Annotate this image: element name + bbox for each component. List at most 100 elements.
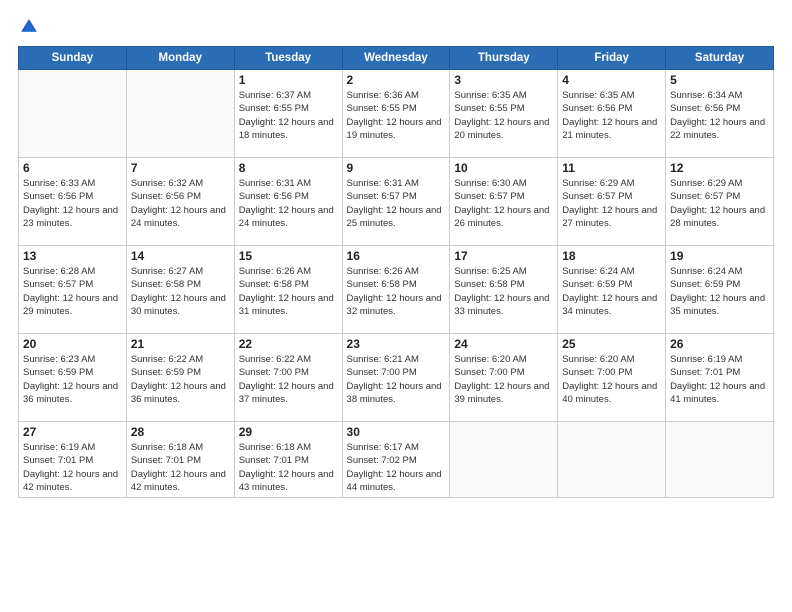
day-cell-7: 7 Sunrise: 6:32 AM Sunset: 6:56 PM Daylig… (126, 158, 234, 246)
day-number: 24 (454, 337, 553, 351)
day-info: Sunrise: 6:18 AM Sunset: 7:01 PM Dayligh… (239, 441, 338, 494)
day-cell-empty-4-5 (558, 422, 666, 498)
logo (18, 16, 44, 38)
day-info: Sunrise: 6:19 AM Sunset: 7:01 PM Dayligh… (23, 441, 122, 494)
day-info: Sunrise: 6:31 AM Sunset: 6:57 PM Dayligh… (347, 177, 446, 230)
weekday-header-monday: Monday (126, 47, 234, 70)
day-info: Sunrise: 6:24 AM Sunset: 6:59 PM Dayligh… (562, 265, 661, 318)
day-info: Sunrise: 6:29 AM Sunset: 6:57 PM Dayligh… (670, 177, 769, 230)
day-cell-empty-0-0 (19, 70, 127, 158)
day-number: 17 (454, 249, 553, 263)
day-cell-2: 2 Sunrise: 6:36 AM Sunset: 6:55 PM Daylig… (342, 70, 450, 158)
day-number: 30 (347, 425, 446, 439)
header (18, 16, 774, 38)
day-info: Sunrise: 6:29 AM Sunset: 6:57 PM Dayligh… (562, 177, 661, 230)
day-info: Sunrise: 6:19 AM Sunset: 7:01 PM Dayligh… (670, 353, 769, 406)
day-number: 13 (23, 249, 122, 263)
day-cell-8: 8Sunrise: 6:31 AM Sunset: 6:56 PM Daylig… (234, 158, 342, 246)
weekday-header-tuesday: Tuesday (234, 47, 342, 70)
day-cell-15: 15 Sunrise: 6:26 AM Sunset: 6:58 PM Dayli… (234, 246, 342, 334)
day-cell-empty-4-4 (450, 422, 558, 498)
page: SundayMondayTuesdayWednesdayThursdayFrid… (0, 0, 792, 612)
day-info: Sunrise: 6:30 AM Sunset: 6:57 PM Dayligh… (454, 177, 553, 230)
day-cell-3: 3Sunrise: 6:35 AM Sunset: 6:55 PM Daylig… (450, 70, 558, 158)
day-info: Sunrise: 6:17 AM Sunset: 7:02 PM Dayligh… (347, 441, 446, 494)
day-info: Sunrise: 6:21 AM Sunset: 7:00 PM Dayligh… (347, 353, 446, 406)
day-info: Sunrise: 6:27 AM Sunset: 6:58 PM Dayligh… (131, 265, 230, 318)
day-cell-1: 1 Sunrise: 6:37 AM Sunset: 6:55 PM Daylig… (234, 70, 342, 158)
day-info: Sunrise: 6:18 AM Sunset: 7:01 PM Dayligh… (131, 441, 230, 494)
day-number: 23 (347, 337, 446, 351)
day-number: 16 (347, 249, 446, 263)
day-number: 7 (131, 161, 230, 175)
day-cell-20: 20Sunrise: 6:23 AM Sunset: 6:59 PM Dayli… (19, 334, 127, 422)
day-number: 6 (23, 161, 122, 175)
day-cell-4: 4 Sunrise: 6:35 AM Sunset: 6:56 PM Daylig… (558, 70, 666, 158)
day-info: Sunrise: 6:37 AM Sunset: 6:55 PM Dayligh… (239, 89, 338, 142)
day-cell-5: 5 Sunrise: 6:34 AM Sunset: 6:56 PM Daylig… (666, 70, 774, 158)
day-number: 12 (670, 161, 769, 175)
day-number: 19 (670, 249, 769, 263)
day-cell-27: 27 Sunrise: 6:19 AM Sunset: 7:01 PM Dayli… (19, 422, 127, 498)
day-cell-22: 22Sunrise: 6:22 AM Sunset: 7:00 PM Dayli… (234, 334, 342, 422)
day-cell-6: 6 Sunrise: 6:33 AM Sunset: 6:56 PM Daylig… (19, 158, 127, 246)
calendar-table: SundayMondayTuesdayWednesdayThursdayFrid… (18, 46, 774, 498)
day-cell-23: 23 Sunrise: 6:21 AM Sunset: 7:00 PM Dayli… (342, 334, 450, 422)
day-cell-empty-4-6 (666, 422, 774, 498)
weekday-header-friday: Friday (558, 47, 666, 70)
day-cell-10: 10 Sunrise: 6:30 AM Sunset: 6:57 PM Dayli… (450, 158, 558, 246)
day-info: Sunrise: 6:26 AM Sunset: 6:58 PM Dayligh… (239, 265, 338, 318)
day-number: 14 (131, 249, 230, 263)
day-info: Sunrise: 6:36 AM Sunset: 6:55 PM Dayligh… (347, 89, 446, 142)
day-number: 21 (131, 337, 230, 351)
day-number: 20 (23, 337, 122, 351)
day-cell-24: 24 Sunrise: 6:20 AM Sunset: 7:00 PM Dayli… (450, 334, 558, 422)
day-number: 2 (347, 73, 446, 87)
day-number: 27 (23, 425, 122, 439)
week-row-4: 20Sunrise: 6:23 AM Sunset: 6:59 PM Dayli… (19, 334, 774, 422)
day-info: Sunrise: 6:35 AM Sunset: 6:56 PM Dayligh… (562, 89, 661, 142)
day-number: 25 (562, 337, 661, 351)
day-number: 1 (239, 73, 338, 87)
day-cell-11: 11 Sunrise: 6:29 AM Sunset: 6:57 PM Dayli… (558, 158, 666, 246)
day-info: Sunrise: 6:20 AM Sunset: 7:00 PM Dayligh… (454, 353, 553, 406)
day-cell-9: 9 Sunrise: 6:31 AM Sunset: 6:57 PM Daylig… (342, 158, 450, 246)
day-info: Sunrise: 6:33 AM Sunset: 6:56 PM Dayligh… (23, 177, 122, 230)
day-cell-28: 28 Sunrise: 6:18 AM Sunset: 7:01 PM Dayli… (126, 422, 234, 498)
day-info: Sunrise: 6:25 AM Sunset: 6:58 PM Dayligh… (454, 265, 553, 318)
day-cell-21: 21 Sunrise: 6:22 AM Sunset: 6:59 PM Dayli… (126, 334, 234, 422)
day-info: Sunrise: 6:32 AM Sunset: 6:56 PM Dayligh… (131, 177, 230, 230)
day-cell-13: 13Sunrise: 6:28 AM Sunset: 6:57 PM Dayli… (19, 246, 127, 334)
day-cell-16: 16 Sunrise: 6:26 AM Sunset: 6:58 PM Dayli… (342, 246, 450, 334)
weekday-header-sunday: Sunday (19, 47, 127, 70)
day-number: 9 (347, 161, 446, 175)
day-number: 15 (239, 249, 338, 263)
day-info: Sunrise: 6:20 AM Sunset: 7:00 PM Dayligh… (562, 353, 661, 406)
day-cell-26: 26 Sunrise: 6:19 AM Sunset: 7:01 PM Dayli… (666, 334, 774, 422)
week-row-2: 6 Sunrise: 6:33 AM Sunset: 6:56 PM Daylig… (19, 158, 774, 246)
day-cell-18: 18Sunrise: 6:24 AM Sunset: 6:59 PM Dayli… (558, 246, 666, 334)
day-info: Sunrise: 6:24 AM Sunset: 6:59 PM Dayligh… (670, 265, 769, 318)
day-cell-empty-0-1 (126, 70, 234, 158)
week-row-5: 27 Sunrise: 6:19 AM Sunset: 7:01 PM Dayli… (19, 422, 774, 498)
day-cell-12: 12 Sunrise: 6:29 AM Sunset: 6:57 PM Dayli… (666, 158, 774, 246)
day-info: Sunrise: 6:31 AM Sunset: 6:56 PM Dayligh… (239, 177, 338, 230)
day-cell-19: 19 Sunrise: 6:24 AM Sunset: 6:59 PM Dayli… (666, 246, 774, 334)
logo-icon (18, 16, 40, 38)
day-cell-17: 17 Sunrise: 6:25 AM Sunset: 6:58 PM Dayli… (450, 246, 558, 334)
day-cell-14: 14 Sunrise: 6:27 AM Sunset: 6:58 PM Dayli… (126, 246, 234, 334)
day-number: 10 (454, 161, 553, 175)
day-info: Sunrise: 6:22 AM Sunset: 6:59 PM Dayligh… (131, 353, 230, 406)
day-number: 28 (131, 425, 230, 439)
week-row-1: 1 Sunrise: 6:37 AM Sunset: 6:55 PM Daylig… (19, 70, 774, 158)
week-row-3: 13Sunrise: 6:28 AM Sunset: 6:57 PM Dayli… (19, 246, 774, 334)
day-info: Sunrise: 6:26 AM Sunset: 6:58 PM Dayligh… (347, 265, 446, 318)
weekday-header-saturday: Saturday (666, 47, 774, 70)
day-number: 26 (670, 337, 769, 351)
day-cell-30: 30 Sunrise: 6:17 AM Sunset: 7:02 PM Dayli… (342, 422, 450, 498)
weekday-header-wednesday: Wednesday (342, 47, 450, 70)
day-info: Sunrise: 6:34 AM Sunset: 6:56 PM Dayligh… (670, 89, 769, 142)
day-number: 11 (562, 161, 661, 175)
day-number: 5 (670, 73, 769, 87)
day-number: 4 (562, 73, 661, 87)
